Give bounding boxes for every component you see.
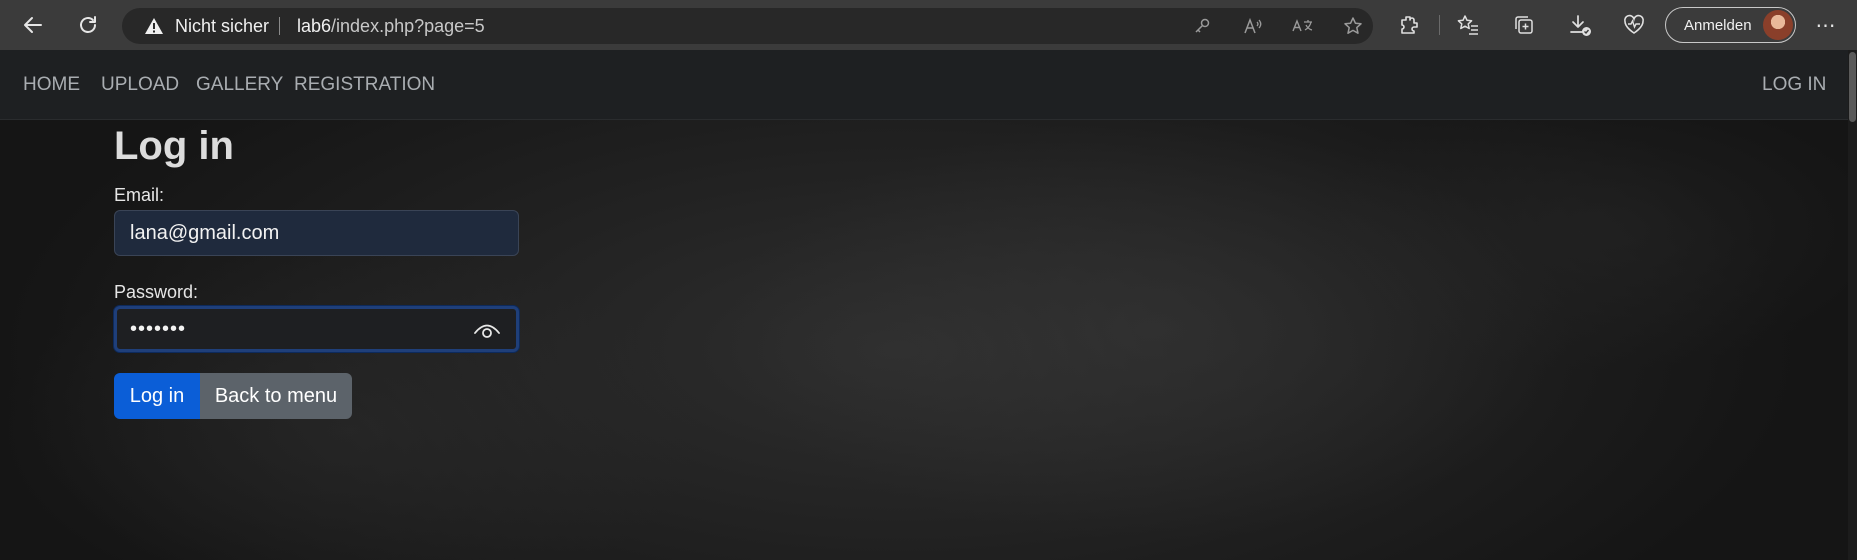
show-password-eye-icon[interactable] — [473, 320, 501, 340]
password-label: Password: — [114, 282, 199, 302]
nav-log-in[interactable]: LOG IN — [1762, 74, 1826, 96]
not-secure-label[interactable]: Nicht sicher — [175, 16, 269, 37]
nav-registration[interactable]: REGISTRATION — [294, 74, 435, 96]
sign-in-label: Anmelden — [1684, 17, 1752, 34]
page-content: HOME UPLOAD GALLERY REGISTRATION LOG IN … — [0, 50, 1857, 560]
refresh-icon[interactable] — [72, 9, 104, 41]
browser-essentials-icon[interactable] — [1619, 10, 1649, 40]
password-field[interactable]: ••••••• — [114, 306, 519, 352]
page-title: Log in — [114, 124, 234, 168]
address-separator — [279, 17, 280, 35]
collections-icon[interactable] — [1509, 10, 1539, 40]
key-icon[interactable] — [1191, 15, 1213, 37]
back-arrow-icon[interactable] — [17, 9, 49, 41]
url-path: /index.php?page=5 — [331, 16, 485, 36]
page-scrollbar[interactable] — [1848, 50, 1857, 560]
nav-upload[interactable]: UPLOAD — [101, 74, 179, 96]
url-text[interactable]: lab6/index.php?page=5 — [297, 16, 485, 37]
nav-home[interactable]: HOME — [23, 74, 80, 96]
address-bar[interactable]: Nicht sicher lab6/index.php?page=5 — [122, 8, 1373, 44]
favorites-list-icon[interactable] — [1453, 10, 1483, 40]
translate-icon[interactable] — [1292, 15, 1314, 37]
read-aloud-icon[interactable] — [1242, 15, 1264, 37]
profile-avatar — [1763, 10, 1793, 40]
password-value: ••••••• — [130, 318, 187, 340]
toolbar-separator — [1439, 15, 1440, 35]
site-navbar: HOME UPLOAD GALLERY REGISTRATION LOG IN — [0, 50, 1848, 120]
warning-icon[interactable] — [144, 17, 164, 35]
nav-gallery[interactable]: GALLERY — [196, 74, 283, 96]
browser-toolbar: Nicht sicher lab6/index.php?page=5 Anmel… — [0, 0, 1857, 50]
favorite-star-icon[interactable] — [1342, 15, 1364, 37]
url-host: lab6 — [297, 16, 332, 36]
downloads-icon[interactable] — [1565, 10, 1595, 40]
email-field[interactable]: lana@gmail.com — [114, 210, 519, 256]
more-options-icon[interactable]: ⋯ — [1810, 9, 1842, 41]
email-label: Email: — [114, 185, 165, 205]
extensions-icon[interactable] — [1393, 10, 1423, 40]
scrollbar-thumb[interactable] — [1849, 52, 1856, 122]
back-to-menu-button[interactable]: Back to menu — [200, 373, 352, 419]
login-button[interactable]: Log in — [114, 373, 200, 419]
sign-in-button[interactable]: Anmelden — [1665, 7, 1796, 43]
